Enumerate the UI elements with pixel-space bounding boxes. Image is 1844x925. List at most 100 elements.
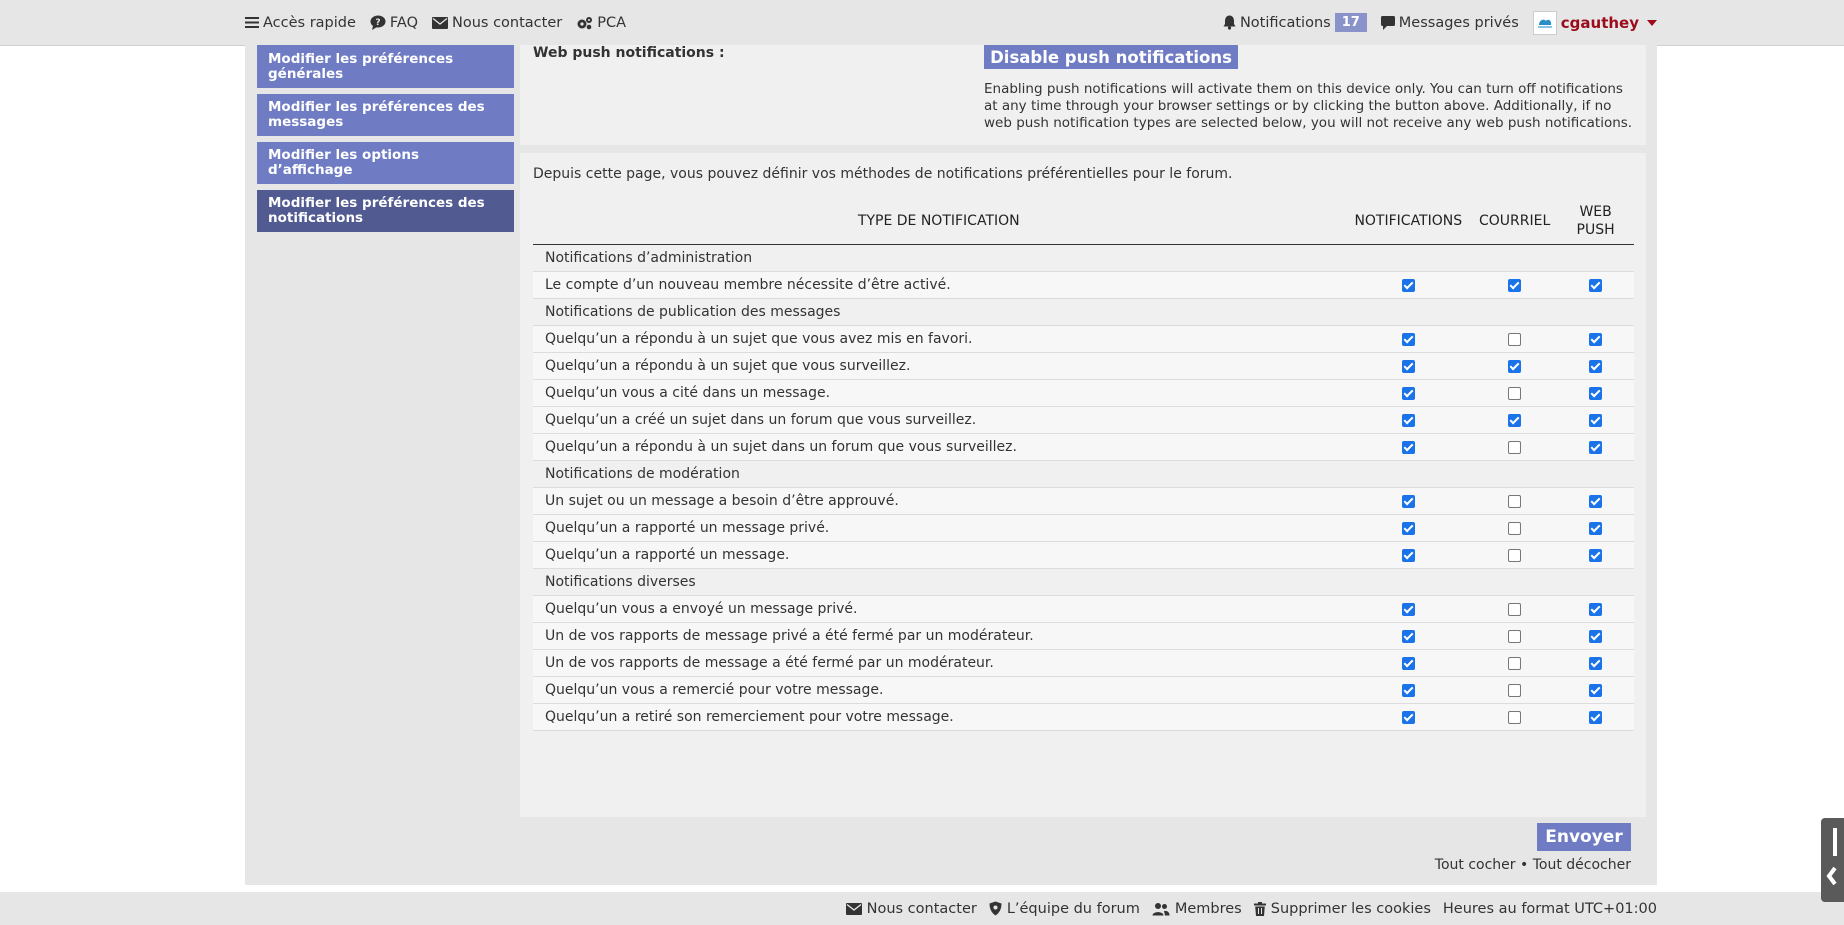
notification-checkbox[interactable] (1401, 683, 1415, 697)
webpush-checkbox[interactable] (1589, 332, 1603, 346)
question-icon: ? (370, 15, 386, 30)
webpush-checkbox[interactable] (1589, 386, 1603, 400)
bell-icon (1223, 15, 1236, 30)
email-checkbox[interactable] (1508, 656, 1522, 670)
email-checkbox-cell (1472, 703, 1558, 731)
contact-link[interactable]: Nous contacter (432, 15, 562, 31)
email-checkbox[interactable] (1508, 359, 1522, 373)
webpush-checkbox[interactable] (1589, 359, 1603, 373)
acp-label: PCA (597, 14, 627, 31)
table-row: Quelqu’un vous a envoyé un message privé… (533, 595, 1634, 623)
webpush-checkbox[interactable] (1589, 521, 1603, 535)
webpush-checkbox-cell (1557, 406, 1634, 434)
email-checkbox[interactable] (1508, 332, 1522, 346)
webpush-checkbox[interactable] (1589, 440, 1603, 454)
email-checkbox[interactable] (1508, 629, 1522, 643)
webpush-checkbox[interactable] (1589, 278, 1603, 292)
private-messages-link[interactable]: Messages privés (1380, 15, 1519, 31)
notification-checkbox[interactable] (1401, 440, 1415, 454)
notification-checkbox-cell (1344, 649, 1473, 677)
sidebar: Modifier les préférences générales Modif… (257, 45, 514, 238)
acp-link[interactable]: PCA (576, 15, 626, 31)
webpush-description: Enabling push notifications will activat… (984, 81, 1633, 131)
webpush-checkbox-cell (1557, 514, 1634, 542)
webpush-checkbox[interactable] (1589, 548, 1603, 562)
notification-checkbox[interactable] (1401, 602, 1415, 616)
footer-delete-cookies-link[interactable]: Supprimer les cookies (1253, 901, 1431, 917)
notification-checkbox[interactable] (1401, 413, 1415, 427)
email-checkbox[interactable] (1508, 710, 1522, 724)
quick-access-label: Accès rapide (263, 14, 356, 31)
footer-members-label: Membres (1174, 900, 1242, 917)
webpush-checkbox[interactable] (1589, 602, 1603, 616)
notification-checkbox[interactable] (1401, 494, 1415, 508)
gears-icon (577, 16, 593, 29)
table-group-row: Notifications de publication des message… (533, 298, 1634, 326)
notification-checkbox[interactable] (1401, 332, 1415, 346)
notification-checkbox[interactable] (1401, 656, 1415, 670)
notification-checkbox[interactable] (1401, 278, 1415, 292)
email-checkbox[interactable] (1508, 278, 1522, 292)
header-notifications: NOTIFICATIONS (1344, 198, 1473, 245)
notification-checkbox[interactable] (1401, 548, 1415, 562)
notification-table: TYPE DE NOTIFICATION NOTIFICATIONS COURR… (533, 198, 1634, 731)
notification-checkbox[interactable] (1401, 521, 1415, 535)
table-row: Un sujet ou un message a besoin d’être a… (533, 487, 1634, 515)
notification-checkbox-cell (1344, 487, 1473, 515)
footer-members-link[interactable]: Membres (1152, 901, 1242, 917)
webpush-checkbox[interactable] (1589, 656, 1603, 670)
envelope-icon (432, 16, 448, 29)
webpush-checkbox-cell (1557, 379, 1634, 407)
sidebar-item-message-prefs[interactable]: Modifier les préférences des messages (257, 94, 514, 136)
disable-push-button[interactable]: Disable push notifications (984, 45, 1238, 69)
email-checkbox[interactable] (1508, 413, 1522, 427)
notifications-label: Notifications (1239, 14, 1331, 31)
notification-type-label: Quelqu’un a répondu à un sujet dans un f… (533, 433, 1345, 461)
email-checkbox[interactable] (1508, 683, 1522, 697)
group-title: Notifications de modération (533, 460, 1634, 488)
webpush-checkbox-cell (1557, 271, 1634, 299)
table-row: Quelqu’un a rapporté un message. (533, 541, 1634, 569)
email-checkbox-cell (1472, 379, 1558, 407)
notification-checkbox[interactable] (1401, 359, 1415, 373)
notifications-link[interactable]: Notifications 17 (1223, 13, 1367, 32)
notification-checkbox[interactable] (1401, 710, 1415, 724)
notification-checkbox-cell (1344, 595, 1473, 623)
email-checkbox-cell (1472, 676, 1558, 704)
footer-contact-link[interactable]: Nous contacter (845, 901, 977, 917)
top-navbar-left: Accès rapide ? FAQ Nous contacter PCA (245, 15, 626, 31)
faq-link[interactable]: ? FAQ (370, 15, 418, 31)
email-checkbox[interactable] (1508, 602, 1522, 616)
caret-down-icon (1647, 19, 1657, 26)
table-group-row: Notifications de modération (533, 460, 1634, 488)
sidebar-item-display-options[interactable]: Modifier les options d’affichage (257, 142, 514, 184)
sidebar-item-general-prefs[interactable]: Modifier les préférences générales (257, 45, 514, 88)
scroll-to-top-button[interactable] (1821, 818, 1844, 902)
notification-checkbox[interactable] (1401, 629, 1415, 643)
email-checkbox-cell (1472, 622, 1558, 650)
webpush-checkbox[interactable] (1589, 494, 1603, 508)
user-menu[interactable]: cgauthey (1532, 10, 1657, 35)
chevron-up-icon (1826, 828, 1837, 886)
webpush-checkbox[interactable] (1589, 629, 1603, 643)
sidebar-item-notification-prefs[interactable]: Modifier les préférences des notificatio… (257, 190, 514, 232)
email-checkbox[interactable] (1508, 548, 1522, 562)
webpush-label: Web push notifications : (533, 45, 725, 61)
links-separator: • (1520, 857, 1529, 873)
webpush-checkbox[interactable] (1589, 710, 1603, 724)
notification-checkbox-cell (1344, 271, 1473, 299)
email-checkbox[interactable] (1508, 440, 1522, 454)
webpush-checkbox[interactable] (1589, 413, 1603, 427)
footer-team-link[interactable]: L’équipe du forum (989, 901, 1140, 917)
header-email: COURRIEL (1472, 198, 1558, 245)
email-checkbox[interactable] (1508, 521, 1522, 535)
email-checkbox[interactable] (1508, 386, 1522, 400)
webpush-checkbox[interactable] (1589, 683, 1603, 697)
check-all-link[interactable]: Tout cocher (1435, 857, 1516, 873)
email-checkbox[interactable] (1508, 494, 1522, 508)
notification-checkbox[interactable] (1401, 386, 1415, 400)
quick-access-link[interactable]: Accès rapide (245, 15, 356, 31)
footer-timezone: Heures au format UTC+01:00 (1442, 900, 1657, 917)
submit-button[interactable]: Envoyer (1537, 823, 1631, 851)
uncheck-all-link[interactable]: Tout décocher (1533, 857, 1631, 873)
